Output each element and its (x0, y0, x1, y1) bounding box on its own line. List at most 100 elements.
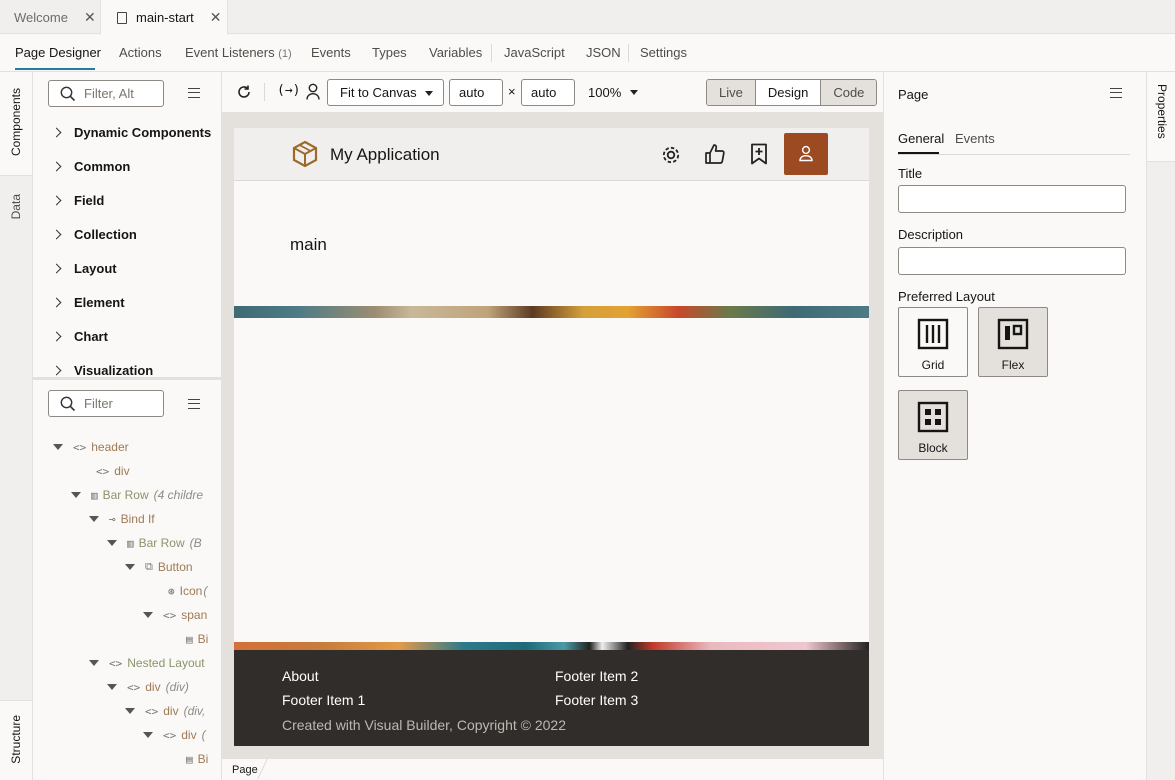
tab-label: Welcome (14, 9, 68, 25)
layout-label: Block (918, 441, 948, 455)
mode-live[interactable]: Live (707, 80, 756, 105)
tree-node[interactable]: <> Nested Layout (89, 654, 205, 672)
tree-node[interactable]: <> header (53, 438, 129, 456)
tree-node[interactable]: ▤ Bi (186, 750, 208, 768)
tree-node[interactable]: <> div (96, 462, 130, 480)
tab-general[interactable]: General (898, 131, 944, 146)
menu-icon[interactable] (1110, 88, 1122, 98)
select-value: Fit to Canvas (340, 85, 417, 100)
rail-tab-components[interactable]: Components (0, 72, 32, 176)
tree-node[interactable]: <> div ( (143, 726, 206, 744)
chevron-right-icon (51, 331, 62, 341)
bookmark-add-icon[interactable] (749, 143, 769, 165)
node-label: Icon (179, 584, 203, 598)
nav-settings[interactable]: Settings (640, 45, 687, 60)
category-field[interactable]: Field (51, 190, 104, 210)
count-badge: (1) (278, 48, 292, 60)
nav-events[interactable]: Events (311, 45, 351, 60)
nav-label: Event Listeners (185, 45, 275, 60)
node-meta: (div) (165, 680, 189, 694)
category-element[interactable]: Element (51, 292, 125, 312)
width-input[interactable]: auto (449, 79, 503, 106)
tree-node[interactable]: ▥ Bar Row (B (107, 534, 202, 552)
app-title: My Application (330, 145, 440, 164)
rail-tab-structure[interactable]: Structure (0, 700, 32, 780)
tree-node[interactable]: <> div (div) (107, 678, 189, 696)
fit-to-canvas-select[interactable]: Fit to Canvas (327, 79, 444, 106)
thumbs-up-icon[interactable] (704, 143, 726, 165)
panel-splitter[interactable] (33, 377, 222, 380)
mode-design[interactable]: Design (755, 80, 822, 105)
height-input[interactable]: auto (521, 79, 575, 106)
variables-icon[interactable]: (→) (277, 83, 300, 98)
menu-icon[interactable] (188, 399, 200, 409)
menu-icon[interactable] (188, 88, 200, 98)
footer-link-about[interactable]: About (282, 668, 319, 684)
tab-events[interactable]: Events (955, 131, 995, 146)
zoom-select[interactable]: 100% (588, 85, 621, 100)
tree-node[interactable]: ⊸ Bind If (89, 510, 155, 528)
rail-tab-data[interactable]: Data (9, 194, 23, 219)
nav-event-listeners[interactable]: Event Listeners (1) (185, 45, 292, 60)
category-label: Collection (74, 226, 137, 242)
mode-code[interactable]: Code (821, 80, 877, 105)
tree-node[interactable]: <> span (143, 606, 207, 624)
tree-node[interactable]: <> div (div, (125, 702, 205, 720)
category-dynamic-components[interactable]: Dynamic Components (51, 122, 211, 142)
components-search[interactable] (48, 80, 164, 107)
caret-down-icon (53, 444, 63, 450)
active-nav-underline (15, 68, 95, 70)
refresh-icon[interactable] (236, 84, 252, 100)
layout-option-block[interactable]: Block (898, 390, 968, 460)
chevron-right-icon (51, 365, 62, 375)
nav-variables[interactable]: Variables (429, 45, 482, 60)
structure-search-input[interactable] (84, 396, 154, 411)
nav-types[interactable]: Types (372, 45, 407, 60)
text-icon: ▤ (186, 632, 193, 646)
user-icon[interactable] (306, 83, 320, 100)
title-field[interactable] (898, 185, 1126, 213)
footer-item-2[interactable]: Footer Item 2 (555, 668, 638, 684)
code-icon: <> (163, 728, 177, 742)
category-collection[interactable]: Collection (51, 224, 137, 244)
footer-item-1[interactable]: Footer Item 1 (282, 692, 365, 708)
code-icon: <> (163, 608, 177, 622)
category-common[interactable]: Common (51, 156, 130, 176)
app-preview[interactable]: My Application main About Footer Item 1 … (234, 128, 869, 746)
footer-item-3[interactable]: Footer Item 3 (555, 692, 638, 708)
node-meta: ( (201, 728, 206, 742)
nav-actions[interactable]: Actions (119, 45, 162, 60)
search-icon (60, 86, 76, 101)
app-header[interactable]: My Application (234, 128, 869, 181)
breadcrumb-page[interactable]: Page (232, 764, 258, 776)
tree-node[interactable]: ⊛ Icon( (168, 582, 207, 600)
nav-json[interactable]: JSON (586, 45, 621, 60)
components-search-input[interactable] (84, 86, 154, 101)
divider (491, 44, 492, 62)
layout-option-grid[interactable]: Grid (898, 307, 968, 377)
tab-welcome[interactable]: Welcome ✕ (0, 0, 100, 34)
category-chart[interactable]: Chart (51, 326, 108, 346)
breadcrumb: Page (222, 758, 883, 780)
avatar[interactable] (784, 133, 828, 175)
tree-node[interactable]: ▥ Bar Row (4 childre (71, 486, 203, 504)
tree-node[interactable]: ▤ Bi (186, 630, 208, 648)
chevron-down-icon[interactable] (630, 90, 638, 95)
category-layout[interactable]: Layout (51, 258, 117, 278)
divider (628, 44, 629, 62)
nav-page-designer[interactable]: Page Designer (15, 45, 101, 60)
structure-search[interactable] (48, 390, 164, 417)
tree-node[interactable]: ⧉ Button (125, 558, 193, 576)
layout-option-flex[interactable]: Flex (978, 307, 1048, 377)
rail-tab-properties[interactable]: Properties (1147, 72, 1175, 162)
tab-main-start[interactable]: main-start ✕ (100, 0, 228, 35)
close-icon[interactable]: ✕ (210, 9, 222, 26)
caret-down-icon (71, 492, 81, 498)
gear-icon[interactable] (660, 144, 682, 166)
node-label: Button (157, 560, 193, 574)
description-field[interactable] (898, 247, 1126, 275)
nav-javascript[interactable]: JavaScript (504, 45, 565, 60)
caret-down-icon (143, 732, 153, 738)
close-icon[interactable]: ✕ (84, 9, 96, 26)
decorative-band (234, 306, 869, 318)
